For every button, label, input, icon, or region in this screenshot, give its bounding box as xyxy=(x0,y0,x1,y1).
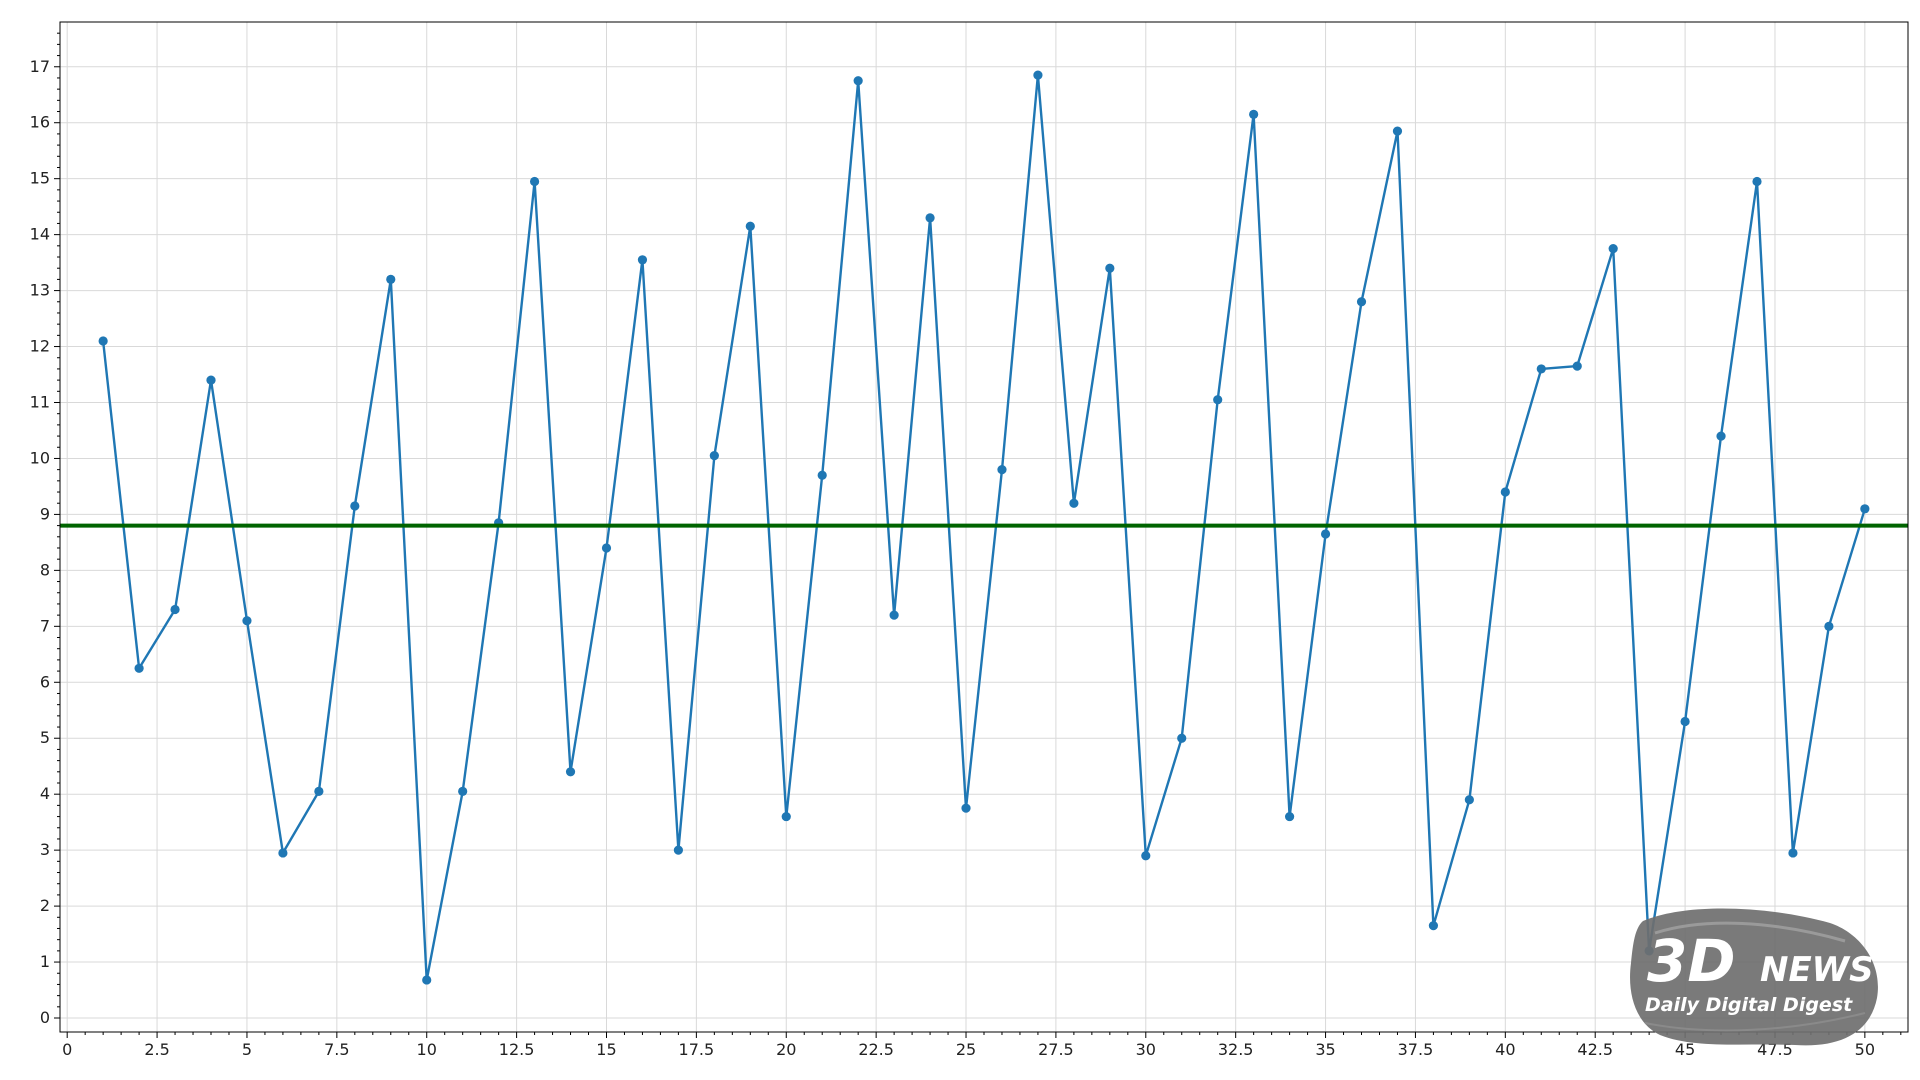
watermark-brand-suffix: NEWS xyxy=(1760,950,1874,990)
y-tick-label: 0 xyxy=(40,1008,50,1027)
data-point xyxy=(1536,364,1546,374)
x-tick-label: 17.5 xyxy=(679,1040,715,1059)
data-point xyxy=(745,221,755,231)
x-tick-label: 10 xyxy=(417,1040,437,1059)
x-tick-label: 42.5 xyxy=(1577,1040,1613,1059)
y-tick-label: 3 xyxy=(40,840,50,859)
data-point xyxy=(1572,361,1582,371)
x-tick-label: 12.5 xyxy=(499,1040,535,1059)
y-tick-label: 14 xyxy=(30,225,50,244)
data-point xyxy=(1033,70,1043,80)
data-point xyxy=(1213,395,1223,405)
data-point xyxy=(1392,126,1403,136)
data-point xyxy=(673,845,683,855)
y-tick-label: 8 xyxy=(40,560,50,579)
y-tick-label: 1 xyxy=(40,952,50,971)
y-tick-label: 6 xyxy=(40,672,50,691)
data-point xyxy=(1464,795,1474,805)
y-tick-labels: 01234567891011121314151617 xyxy=(30,57,50,1027)
x-tick-label: 30 xyxy=(1136,1040,1156,1059)
data-point xyxy=(1069,498,1079,508)
data-point xyxy=(1608,244,1618,254)
x-tick-label: 2.5 xyxy=(144,1040,169,1059)
data-point xyxy=(1680,716,1690,727)
data-point xyxy=(98,336,108,346)
data-point xyxy=(781,811,791,822)
x-tick-labels: 0 2.5 5 7.5 10 12.5 15 17.5 20 22.5 25 27.5 30 32.5 35… xyxy=(62,1040,1875,1059)
watermark-logo: 3D NEWS Daily Digital Digest xyxy=(1625,903,1885,1053)
watermark-brand: 3D xyxy=(1647,927,1736,995)
y-tick-label: 7 xyxy=(40,616,50,635)
data-point xyxy=(1249,109,1259,119)
data-point xyxy=(1716,431,1726,441)
data-point xyxy=(350,501,360,511)
data-point xyxy=(1752,176,1762,187)
data-point xyxy=(529,176,540,187)
data-point xyxy=(1285,811,1295,822)
x-tick-label: 32.5 xyxy=(1218,1040,1254,1059)
x-tick-label: 0 xyxy=(62,1040,72,1059)
data-point xyxy=(1356,297,1367,307)
data-point xyxy=(1320,529,1331,539)
ticks xyxy=(54,32,1902,1038)
data-point xyxy=(1105,263,1115,273)
data-point xyxy=(206,375,216,385)
data-point xyxy=(1141,851,1151,861)
y-tick-label: 12 xyxy=(30,337,50,356)
data-point xyxy=(422,975,432,985)
data-point xyxy=(1824,621,1834,631)
y-tick-label: 5 xyxy=(40,728,50,747)
data-point xyxy=(458,786,468,796)
y-tick-label: 9 xyxy=(40,504,50,523)
x-tick-label: 35 xyxy=(1315,1040,1335,1059)
data-point xyxy=(278,848,288,858)
x-tick-label: 5 xyxy=(242,1040,252,1059)
data-point xyxy=(925,213,935,223)
x-tick-label: 25 xyxy=(956,1040,976,1059)
y-tick-label: 15 xyxy=(30,169,50,188)
y-tick-label: 11 xyxy=(30,392,50,411)
x-tick-label: 22.5 xyxy=(858,1040,894,1059)
data-point xyxy=(1177,733,1187,743)
data-point xyxy=(1500,487,1510,497)
y-tick-label: 2 xyxy=(40,896,50,915)
y-tick-label: 16 xyxy=(30,113,50,132)
x-tick-label: 7.5 xyxy=(324,1040,349,1059)
data-point xyxy=(709,451,719,461)
x-tick-label: 27.5 xyxy=(1038,1040,1074,1059)
data-point xyxy=(386,274,396,284)
x-tick-label: 15 xyxy=(596,1040,616,1059)
data-point xyxy=(1860,504,1870,514)
y-tick-label: 4 xyxy=(40,784,50,803)
data-point xyxy=(637,255,648,265)
x-tick-label: 37.5 xyxy=(1398,1040,1434,1059)
y-tick-label: 10 xyxy=(30,448,50,467)
data-point xyxy=(997,465,1007,475)
data-point xyxy=(242,616,252,626)
data-point xyxy=(314,786,324,796)
data-point xyxy=(565,767,576,777)
data-point xyxy=(1428,921,1439,931)
y-tick-label: 13 xyxy=(30,281,50,300)
data-point xyxy=(853,76,863,86)
data-point xyxy=(170,604,180,615)
watermark-tagline: Daily Digital Digest xyxy=(1645,994,1853,1016)
data-point xyxy=(889,610,899,620)
data-point xyxy=(961,803,971,813)
data-point xyxy=(601,543,612,553)
data-point xyxy=(1788,848,1798,858)
data-point xyxy=(134,663,144,673)
x-tick-label: 20 xyxy=(776,1040,796,1059)
x-tick-label: 40 xyxy=(1495,1040,1515,1059)
data-point xyxy=(817,470,827,480)
y-tick-label: 17 xyxy=(30,57,50,76)
